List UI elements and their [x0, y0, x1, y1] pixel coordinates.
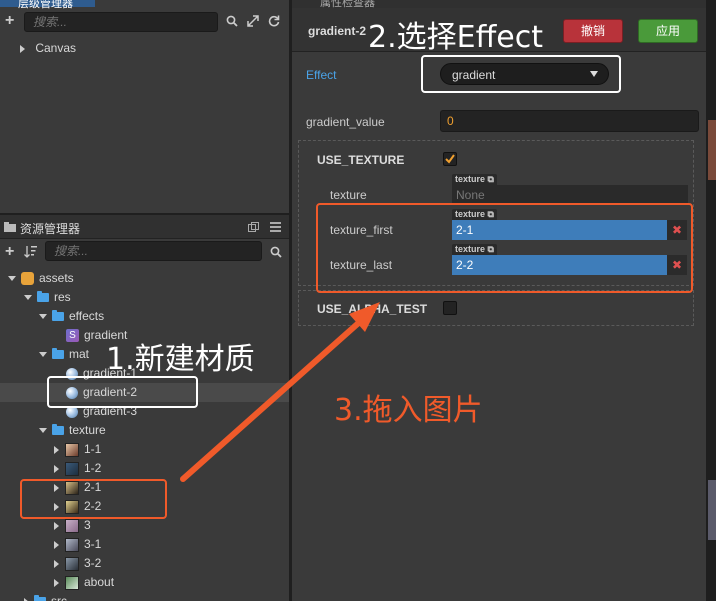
tree-item-label: 3-1: [84, 537, 102, 551]
tree-item-mat[interactable]: mat: [39, 345, 89, 364]
expand-icon[interactable]: [247, 15, 259, 30]
apply-button[interactable]: 应用: [638, 19, 698, 43]
use-alpha-test-label: USE_ALPHA_TEST: [317, 302, 428, 316]
maximize-icon[interactable]: [248, 222, 259, 232]
texture-type-tag: texture ⧉: [452, 174, 497, 185]
tree-item-texture[interactable]: texture: [39, 421, 106, 440]
tree-item-tex-1-1[interactable]: 1-1: [54, 440, 101, 459]
folder-icon: [52, 348, 64, 360]
asset-name: gradient-2: [308, 24, 367, 38]
chevron-down-icon[interactable]: [8, 276, 16, 282]
folder-icon: [34, 595, 46, 601]
tree-item-tex-1-2[interactable]: 1-2: [54, 459, 101, 478]
hierarchy-tab[interactable]: 层级管理器: [0, 0, 95, 10]
tree-item-label: assets: [39, 271, 74, 285]
gradient-value-input[interactable]: 0: [440, 110, 699, 132]
texture-label: texture: [330, 188, 367, 202]
tree-item-res[interactable]: res: [24, 288, 71, 307]
tree-item-label: mat: [69, 347, 90, 361]
hierarchy-search-input[interactable]: [25, 13, 217, 31]
folder-icon: [52, 310, 64, 322]
use-alpha-test-checkbox[interactable]: [443, 301, 457, 315]
tree-item-label: texture: [69, 423, 106, 437]
assets-header: 资源管理器: [0, 215, 289, 239]
menu-icon[interactable]: [270, 222, 281, 232]
scene-view-edge: [706, 0, 716, 601]
hierarchy-panel: 层级管理器 + Canvas: [0, 0, 289, 213]
tree-item-src[interactable]: src: [24, 592, 67, 601]
highlight-texture-files: [20, 479, 167, 519]
chevron-down-icon[interactable]: [39, 314, 47, 320]
external-link-icon: ⧉: [487, 174, 494, 184]
use-texture-label: USE_TEXTURE: [317, 153, 405, 167]
tree-item-label: effects: [69, 309, 105, 323]
image-thumbnail-icon: [65, 575, 79, 590]
hierarchy-search[interactable]: [24, 12, 218, 32]
annotation-step2: 2.选择Effect: [368, 20, 543, 55]
folder-icon: [4, 222, 16, 232]
annotation-step3: 3.拖入图片: [334, 393, 483, 428]
inspector-tabbar: 属性检查器: [292, 0, 706, 9]
assets-tab-title[interactable]: 资源管理器: [20, 220, 80, 237]
checkmark-icon: [445, 154, 455, 164]
sort-icon[interactable]: [24, 245, 38, 261]
image-thumbnail-icon: [65, 442, 79, 457]
chevron-down-icon[interactable]: [39, 352, 47, 358]
chevron-right-icon[interactable]: [54, 559, 59, 568]
effect-label: Effect: [306, 68, 337, 82]
folder-icon: [52, 424, 64, 436]
tree-item-tex-3-1[interactable]: 3-1: [54, 535, 101, 554]
folder-icon: [37, 291, 49, 303]
chevron-right-icon[interactable]: [54, 464, 59, 473]
chevron-right-icon[interactable]: [54, 445, 59, 454]
chevron-right-icon[interactable]: [20, 44, 25, 53]
chevron-right-icon[interactable]: [54, 521, 59, 530]
tree-item-label: 3-2: [84, 556, 102, 570]
scene-image-fragment: [708, 120, 716, 180]
tree-item-label: about: [84, 575, 115, 589]
image-thumbnail-icon: [65, 556, 79, 571]
assets-search-input[interactable]: [46, 242, 261, 260]
chevron-down-icon[interactable]: [24, 295, 32, 301]
tree-item-effects[interactable]: effects: [39, 307, 104, 326]
tree-item-canvas[interactable]: Canvas: [20, 39, 76, 58]
search-icon[interactable]: [226, 15, 238, 30]
texture-tag-label: texture: [455, 174, 486, 184]
chevron-right-icon[interactable]: [54, 540, 59, 549]
tree-item-assets[interactable]: assets: [8, 269, 74, 288]
image-thumbnail-icon: [65, 461, 79, 476]
search-icon[interactable]: [270, 246, 282, 261]
assets-search[interactable]: [45, 241, 262, 261]
tree-item-label: Canvas: [35, 41, 77, 55]
annotation-step1: 1.新建材质: [106, 342, 255, 377]
image-thumbnail-icon: [65, 537, 79, 552]
chevron-down-icon[interactable]: [39, 428, 47, 434]
plus-icon[interactable]: +: [5, 244, 14, 260]
tree-item-label: src: [51, 594, 67, 601]
revert-button[interactable]: 撤销: [563, 19, 623, 43]
texture-field[interactable]: None: [452, 185, 688, 205]
scene-image-fragment: [708, 480, 716, 540]
tree-item-label: 1-2: [84, 461, 102, 475]
refresh-icon[interactable]: [268, 15, 280, 30]
gradient-value-label: gradient_value: [306, 115, 385, 129]
chevron-right-icon[interactable]: [54, 578, 59, 587]
tree-item-tex-3-2[interactable]: 3-2: [54, 554, 101, 573]
plus-icon[interactable]: +: [5, 13, 14, 29]
use-texture-checkbox[interactable]: [443, 152, 457, 166]
shader-icon: S: [66, 329, 79, 343]
assets-db-icon: [21, 272, 34, 286]
tree-item-label: 1-1: [84, 442, 102, 456]
hierarchy-tab-title: 层级管理器: [18, 0, 73, 10]
highlight-effect-select: [421, 55, 621, 93]
tree-item-label: res: [54, 290, 71, 304]
highlight-new-material: [47, 376, 198, 408]
tree-item-label: 3: [84, 518, 91, 532]
image-thumbnail-icon: [65, 518, 79, 533]
tree-item-tex-about[interactable]: about: [54, 573, 114, 592]
highlight-texture-slots: [316, 203, 693, 293]
